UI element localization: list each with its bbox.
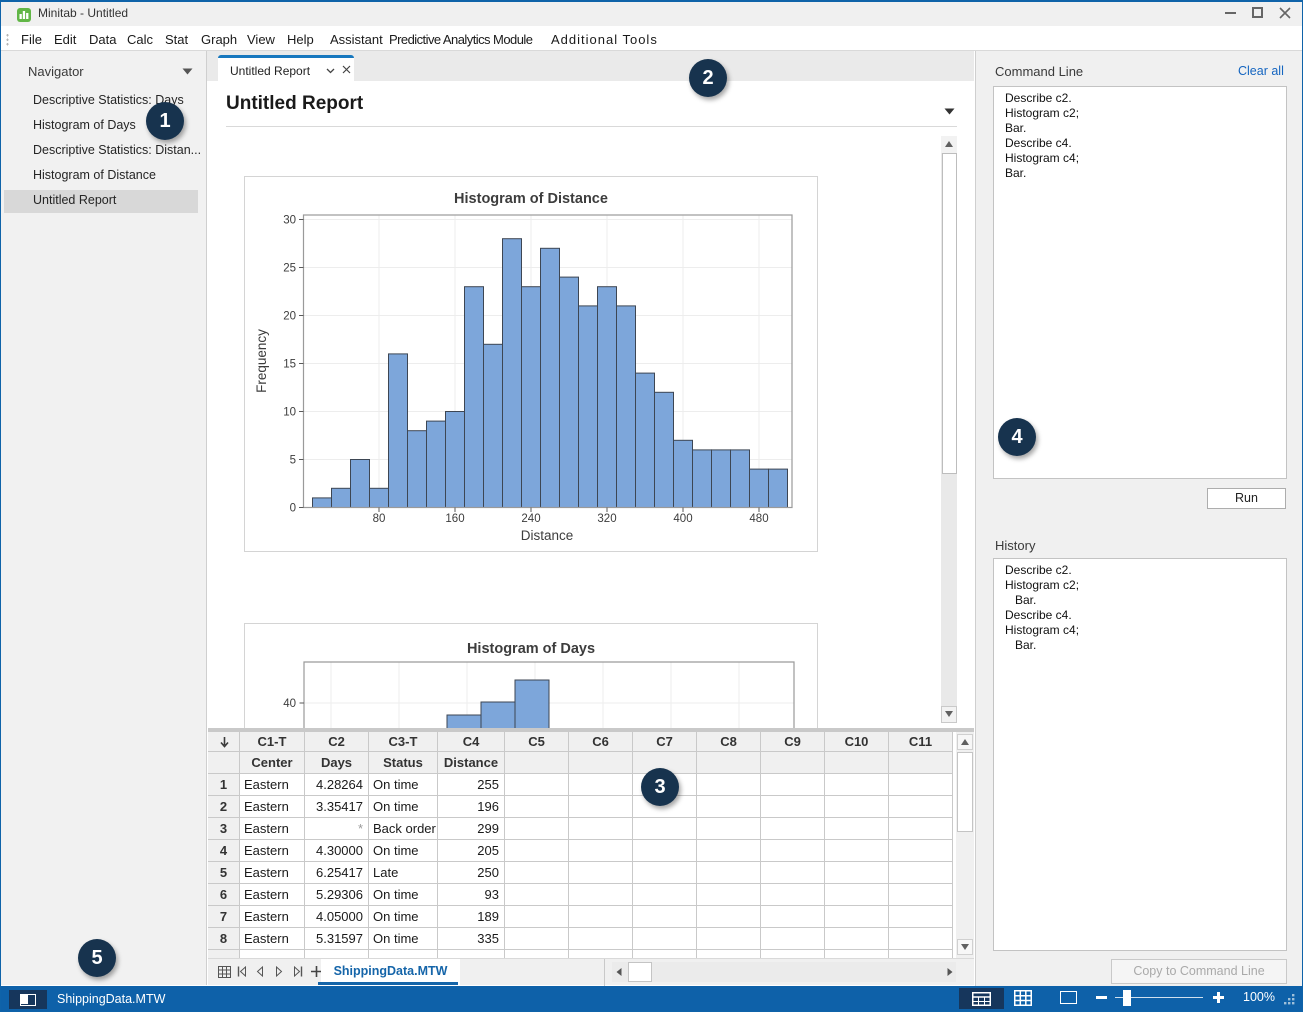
svg-text:320: 320 bbox=[597, 513, 616, 525]
svg-text:Distance: Distance bbox=[521, 528, 574, 543]
svg-text:80: 80 bbox=[373, 513, 386, 525]
svg-text:160: 160 bbox=[445, 513, 464, 525]
svg-text:Histogram of Days: Histogram of Days bbox=[467, 641, 595, 657]
svg-text:240: 240 bbox=[521, 513, 540, 525]
svg-text:40: 40 bbox=[283, 698, 296, 710]
svg-text:0: 0 bbox=[290, 503, 296, 515]
svg-text:400: 400 bbox=[673, 513, 692, 525]
svg-text:20: 20 bbox=[283, 311, 296, 323]
svg-text:480: 480 bbox=[749, 513, 768, 525]
svg-text:5: 5 bbox=[290, 455, 296, 467]
svg-text:15: 15 bbox=[283, 359, 296, 371]
svg-text:30: 30 bbox=[283, 215, 296, 227]
svg-text:10: 10 bbox=[283, 407, 296, 419]
svg-text:Frequency: Frequency bbox=[254, 329, 269, 393]
svg-text:25: 25 bbox=[283, 263, 296, 275]
svg-text:Histogram of Distance: Histogram of Distance bbox=[454, 191, 608, 207]
